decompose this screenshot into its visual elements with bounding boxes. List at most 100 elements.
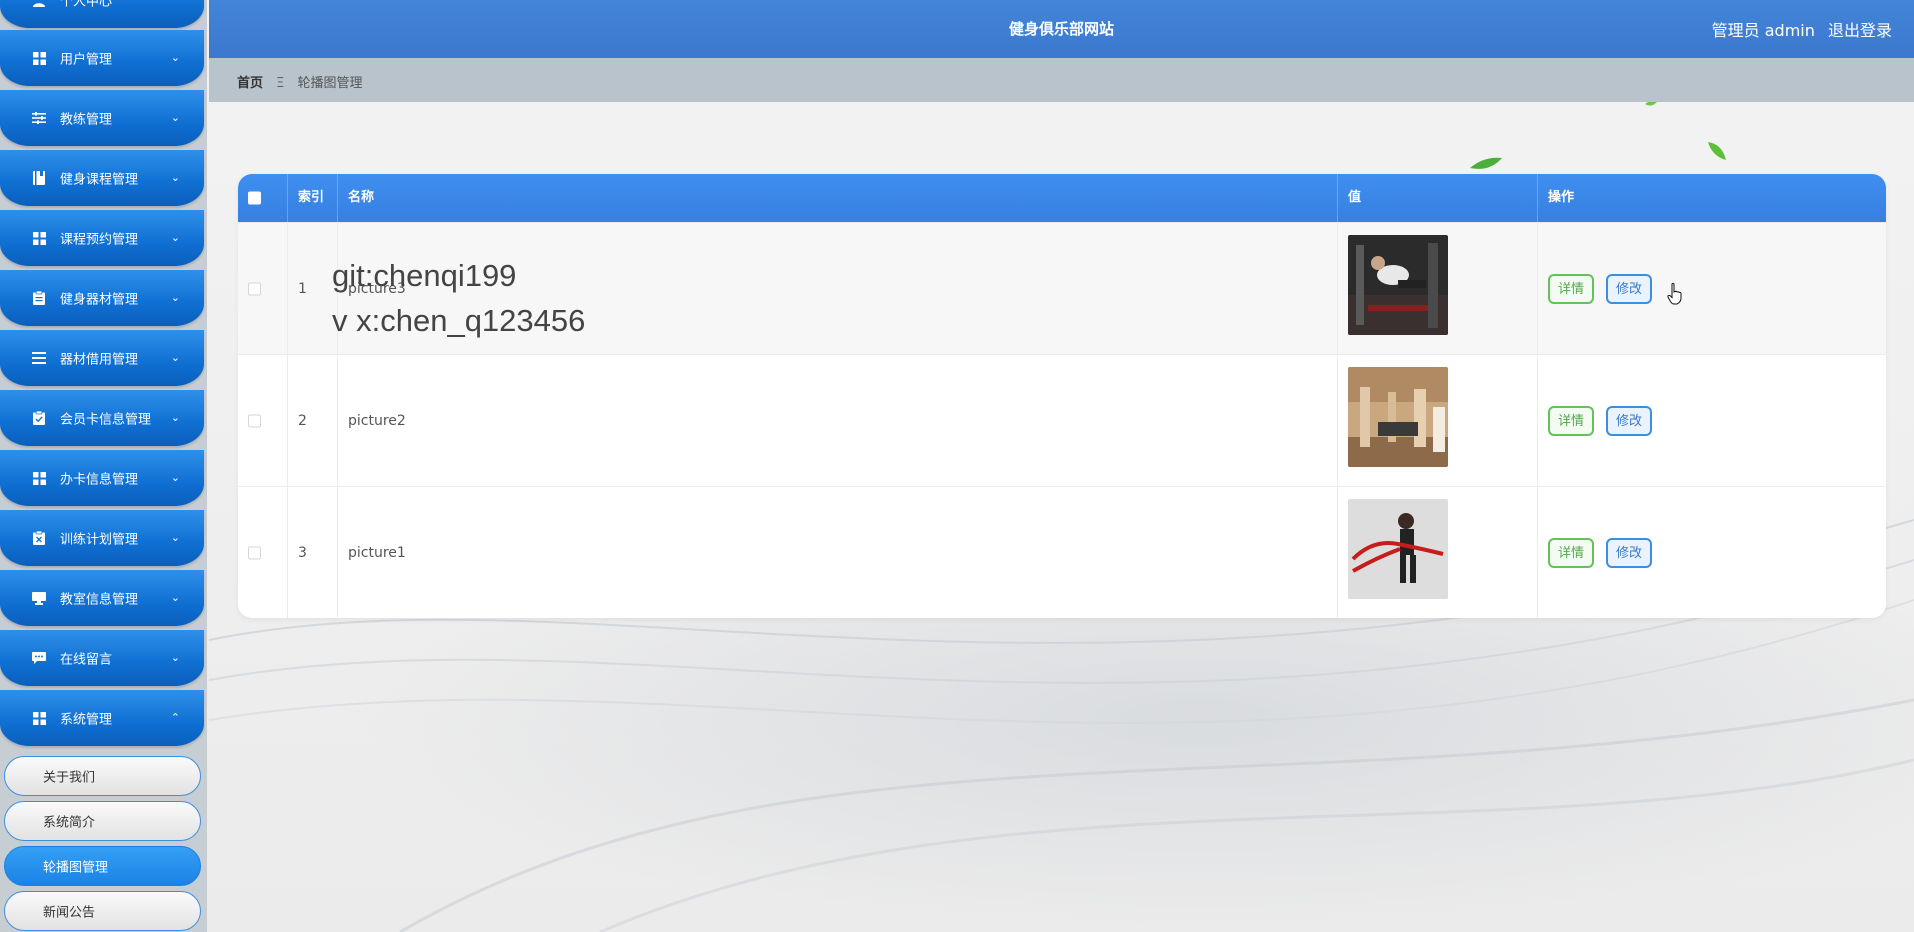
row-index: 3 — [298, 545, 307, 561]
sidebar-item-card-applications[interactable]: 办卡信息管理 ⌄ — [0, 450, 204, 506]
column-header-name: 名称 — [338, 174, 1338, 222]
sidebar-subitem-label: 新闻公告 — [43, 905, 96, 921]
sidebar-subitem-about-us[interactable]: 关于我们 — [4, 756, 201, 796]
chevron-down-icon: ⌄ — [170, 590, 180, 604]
chevron-down-icon: ⌄ — [170, 470, 180, 484]
carousel-image-thumbnail[interactable] — [1348, 367, 1448, 467]
sidebar-item-messages[interactable]: 在线留言 ⌄ — [0, 630, 204, 686]
sidebar-item-label: 系统管理 — [60, 712, 113, 728]
watermark-line-2: v x:chen_q123456 — [332, 303, 586, 338]
row-index: 1 — [298, 281, 307, 297]
edit-button[interactable]: 修改 — [1606, 274, 1653, 304]
sidebar-item-label: 健身课程管理 — [60, 172, 139, 188]
chevron-down-icon: ⌄ — [170, 530, 180, 544]
sidebar-item-label: 教室信息管理 — [60, 592, 139, 608]
sidebar-subitem-label: 轮播图管理 — [43, 860, 109, 876]
user-icon — [31, 0, 47, 8]
sidebar-subitem-label: 关于我们 — [43, 770, 96, 786]
chevron-down-icon: ⌄ — [170, 410, 180, 424]
leaf-decoration — [1708, 142, 1726, 160]
sidebar-item-label: 教练管理 — [60, 112, 113, 128]
list-icon — [31, 350, 47, 366]
sidebar-item-label: 器材借用管理 — [60, 352, 139, 368]
chevron-down-icon: ⌄ — [170, 230, 180, 244]
chevron-down-icon: ⌄ — [170, 290, 180, 304]
sidebar-item-borrowing[interactable]: 器材借用管理 ⌄ — [0, 330, 204, 386]
sidebar-item-label: 在线留言 — [60, 652, 113, 668]
clipboard-icon — [31, 290, 47, 306]
sidebar-item-label: 课程预约管理 — [60, 232, 139, 248]
grid-icon — [31, 470, 47, 486]
grid-icon — [31, 230, 47, 246]
breadcrumb-separator: Ξ — [276, 76, 285, 91]
sidebar-item-users[interactable]: 用户管理 ⌄ — [0, 30, 204, 86]
hand-cursor-icon — [1667, 283, 1682, 305]
row-name: picture2 — [348, 413, 406, 429]
sidebar-item-system[interactable]: 系统管理 ⌃ — [0, 690, 204, 746]
sidebar-item-bookings[interactable]: 课程预约管理 ⌄ — [0, 210, 204, 266]
column-header-index: 索引 — [288, 174, 338, 222]
chat-icon — [31, 650, 47, 666]
breadcrumb-current: 轮播图管理 — [297, 76, 363, 91]
sidebar-item-classrooms[interactable]: 教室信息管理 ⌄ — [0, 570, 204, 626]
sidebar-item-label: 会员卡信息管理 — [60, 412, 152, 428]
grid-icon — [31, 710, 47, 726]
breadcrumb: 首页 Ξ 轮播图管理 — [209, 58, 1914, 102]
sidebar-item-membership-cards[interactable]: 会员卡信息管理 ⌄ — [0, 390, 204, 446]
sidebar-item-profile[interactable]: 个人中心 — [0, 0, 204, 28]
row-checkbox[interactable] — [248, 414, 261, 428]
chevron-down-icon: ⌄ — [170, 170, 180, 184]
row-name: picture1 — [348, 545, 406, 561]
sidebar: 个人中心 用户管理 ⌄ 教练管理 ⌄ 健身课程管理 ⌄ 课程预约管理 ⌄ 健身器… — [0, 0, 207, 932]
edit-button[interactable]: 修改 — [1606, 538, 1653, 568]
sidebar-item-label: 个人中心 — [60, 0, 113, 10]
table-row: 2 picture2 详情 修改 — [238, 354, 1886, 487]
row-checkbox[interactable] — [248, 282, 261, 296]
clipboard-check-icon — [31, 410, 47, 426]
sidebar-subitem-label: 系统简介 — [43, 815, 96, 831]
chevron-down-icon: ⌄ — [170, 350, 180, 364]
sidebar-subitem-carousel[interactable]: 轮播图管理 — [4, 846, 201, 886]
row-index: 2 — [298, 413, 307, 429]
sidebar-item-equipment[interactable]: 健身器材管理 ⌄ — [0, 270, 204, 326]
carousel-image-thumbnail[interactable] — [1348, 235, 1448, 335]
chevron-down-icon: ⌄ — [170, 110, 180, 124]
sidebar-subitem-system-intro[interactable]: 系统简介 — [4, 801, 201, 841]
sliders-icon — [31, 110, 47, 126]
select-all-checkbox[interactable] — [248, 191, 261, 205]
sidebar-item-label: 健身器材管理 — [60, 292, 139, 308]
watermark-overlay: git:chenqi199 v x:chen_q123456 — [332, 253, 585, 343]
watermark-line-1: git:chenqi199 — [332, 258, 517, 293]
table-header: 索引 名称 值 操作 — [238, 174, 1886, 222]
detail-button[interactable]: 详情 — [1548, 406, 1595, 436]
monitor-icon — [31, 590, 47, 606]
book-icon — [31, 170, 47, 186]
logout-button[interactable]: 退出登录 — [1828, 21, 1892, 40]
column-header-actions: 操作 — [1548, 190, 1575, 205]
sidebar-item-label: 用户管理 — [60, 52, 113, 68]
table-row: 3 picture1 详情 修改 — [238, 486, 1886, 618]
clipboard-x-icon — [31, 530, 47, 546]
grid-icon — [31, 50, 47, 66]
row-checkbox[interactable] — [248, 546, 261, 560]
carousel-table: 索引 名称 值 操作 1 picture3 详情 修改 2 picture2 详… — [238, 174, 1886, 618]
carousel-image-thumbnail[interactable] — [1348, 499, 1448, 599]
chevron-down-icon: ⌄ — [170, 650, 180, 664]
detail-button[interactable]: 详情 — [1548, 274, 1595, 304]
sidebar-item-training-plans[interactable]: 训练计划管理 ⌄ — [0, 510, 204, 566]
sidebar-item-coaches[interactable]: 教练管理 ⌄ — [0, 90, 204, 146]
sidebar-subitem-news[interactable]: 新闻公告 — [4, 891, 201, 931]
site-title: 健身俱乐部网站 — [1008, 20, 1114, 38]
top-header: 健身俱乐部网站 管理员 admin 退出登录 — [209, 0, 1914, 58]
edit-button[interactable]: 修改 — [1606, 406, 1653, 436]
header-select-cell — [238, 174, 288, 222]
chevron-down-icon: ⌄ — [170, 50, 180, 64]
sidebar-item-courses[interactable]: 健身课程管理 ⌄ — [0, 150, 204, 206]
sidebar-item-label: 办卡信息管理 — [60, 472, 139, 488]
sidebar-item-label: 训练计划管理 — [60, 532, 139, 548]
admin-user-label[interactable]: 管理员 admin — [1712, 21, 1815, 40]
leaf-decoration — [1470, 157, 1502, 169]
user-area: 管理员 admin 退出登录 — [1704, 17, 1892, 41]
breadcrumb-home[interactable]: 首页 — [237, 76, 263, 91]
detail-button[interactable]: 详情 — [1548, 538, 1595, 568]
